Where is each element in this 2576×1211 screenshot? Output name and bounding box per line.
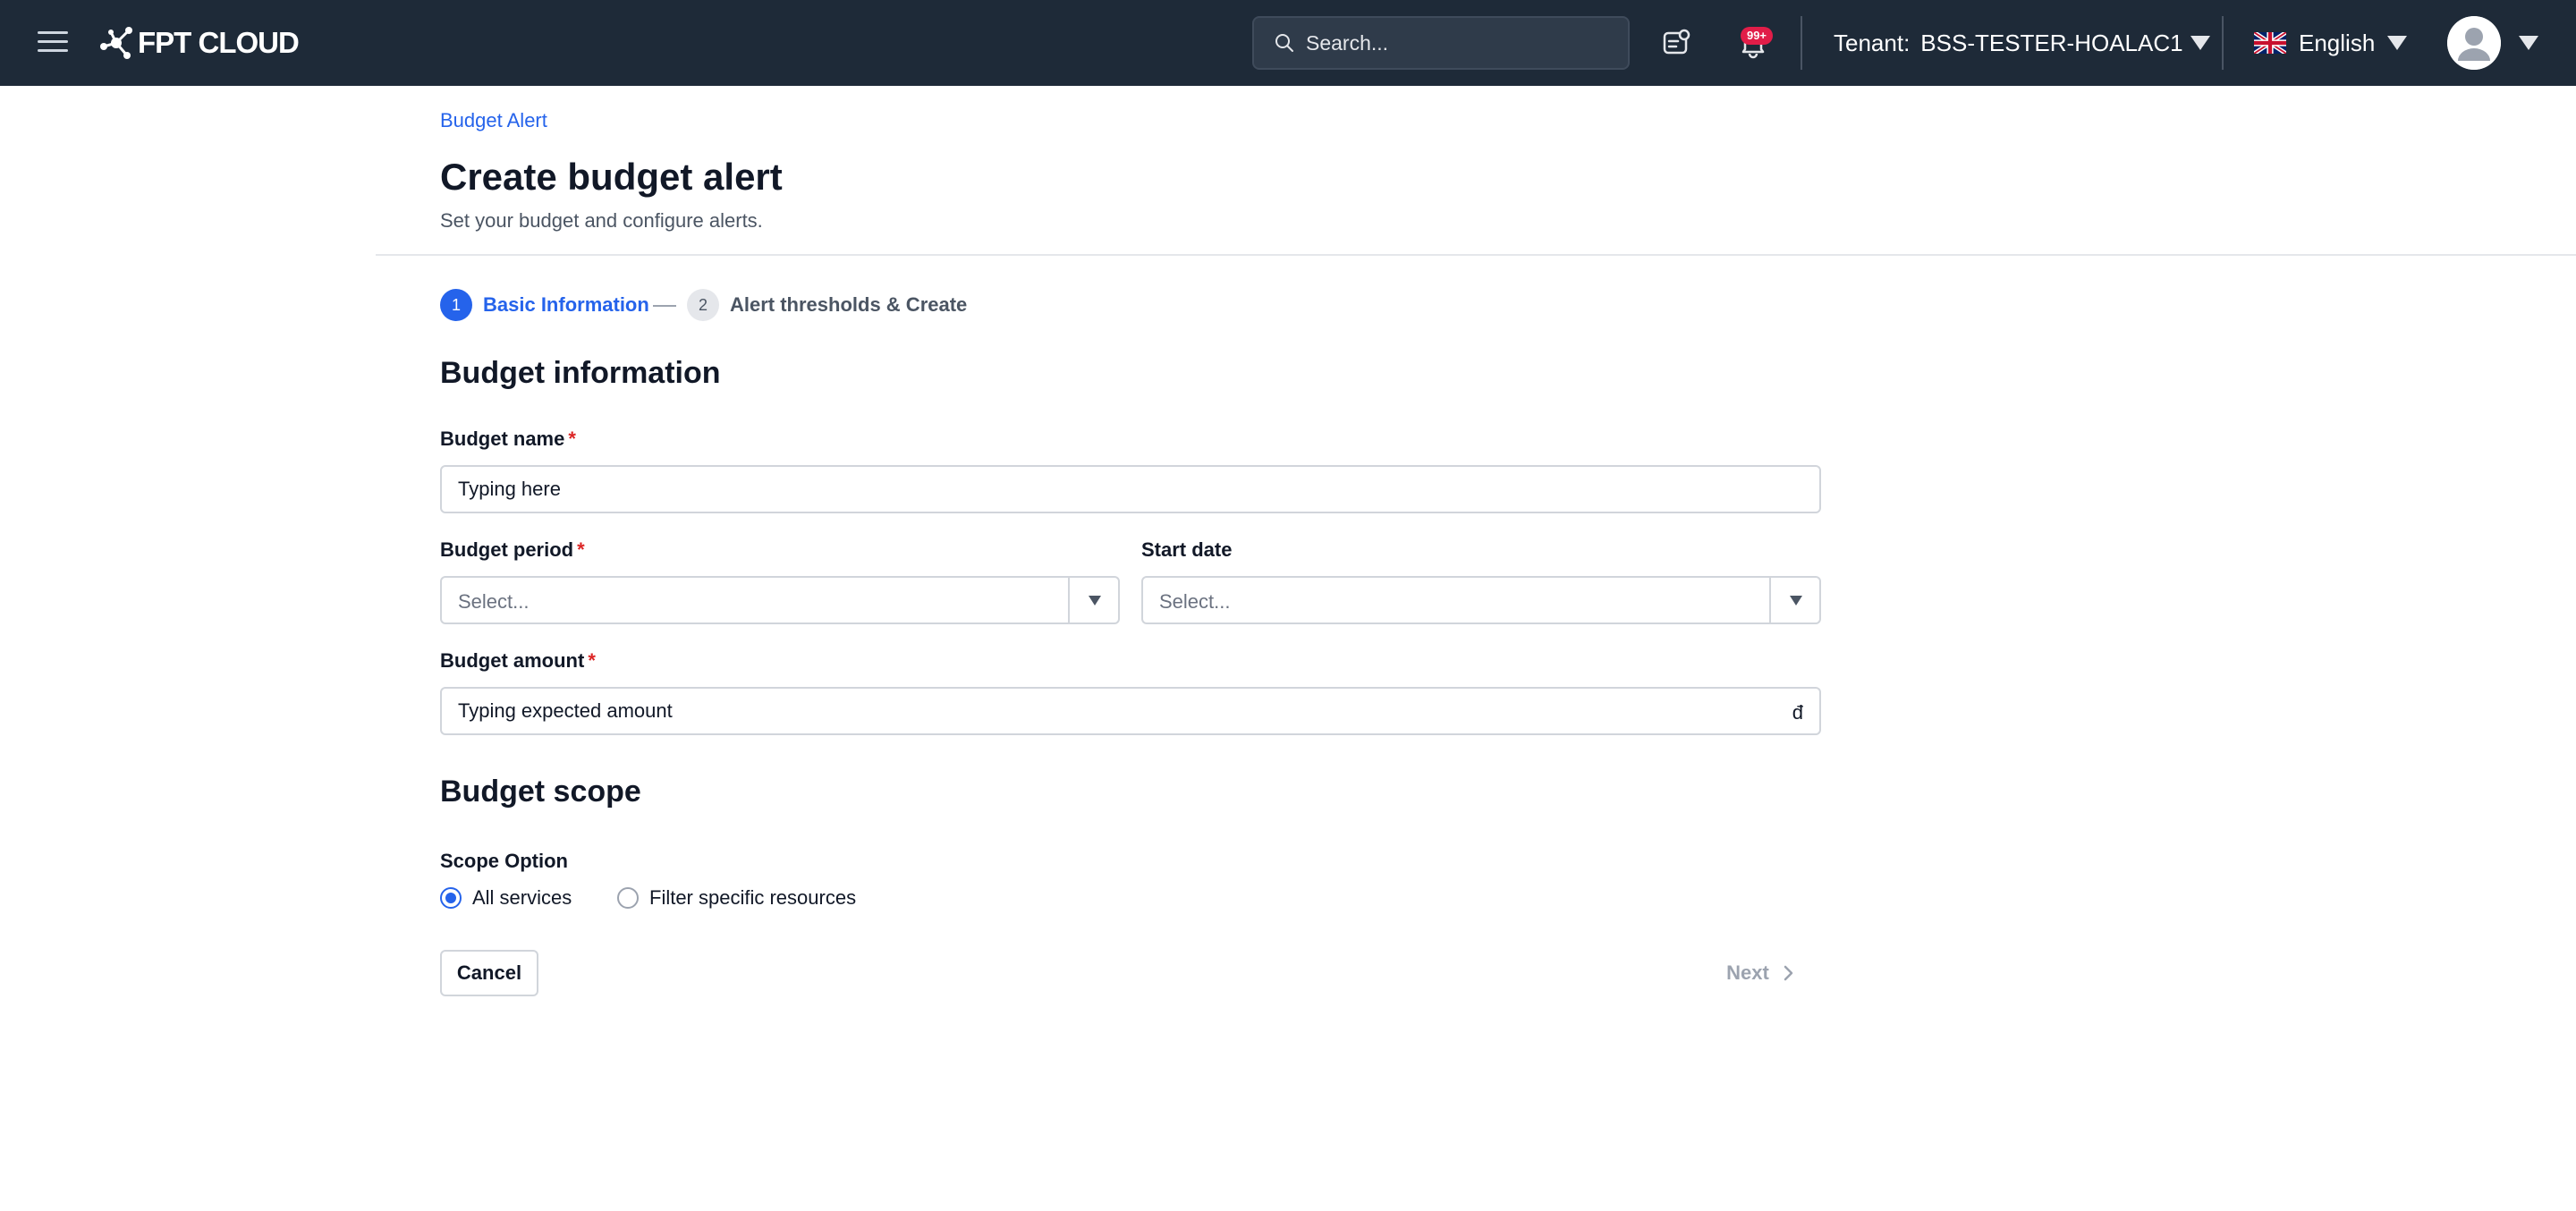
- page-subtitle: Set your budget and configure alerts.: [440, 209, 763, 232]
- budget-amount-field[interactable]: đ: [440, 687, 1821, 735]
- step-basic-information[interactable]: 1 Basic Information: [440, 288, 649, 322]
- budget-name-label: Budget name *: [440, 428, 576, 451]
- header-divider: [2222, 16, 2224, 70]
- step-label: Basic Information: [483, 293, 649, 316]
- step-number: 2: [687, 289, 719, 321]
- budget-period-select[interactable]: Select...: [440, 576, 1120, 624]
- currency-symbol: đ: [1792, 701, 1803, 724]
- search-input[interactable]: [1306, 30, 1601, 55]
- budget-period-placeholder: Select...: [458, 590, 530, 613]
- top-navigation-bar: FPT CLOUD 99+ Tenant: BSS-TESTER-HOALAC1: [0, 0, 2576, 86]
- dropdown-arrow-icon[interactable]: [1089, 596, 1101, 606]
- label-text: Budget period: [440, 538, 574, 561]
- tenant-caret-down-icon: [2190, 36, 2210, 50]
- user-silhouette-icon: [2447, 16, 2501, 70]
- start-date-label: Start date: [1141, 538, 1233, 561]
- start-date-select[interactable]: Select...: [1141, 576, 1821, 624]
- fpt-cloud-logo[interactable]: FPT CLOUD: [97, 23, 300, 63]
- budget-name-field[interactable]: [440, 465, 1821, 513]
- budget-amount-input[interactable]: [458, 699, 1766, 723]
- logo-network-icon: [100, 27, 132, 59]
- notification-count-badge: 99+: [1741, 27, 1773, 45]
- required-asterisk: *: [588, 649, 596, 672]
- search-icon: [1275, 34, 1293, 52]
- required-asterisk: *: [577, 538, 585, 561]
- budget-amount-label: Budget amount *: [440, 649, 596, 673]
- chevron-right-icon: [1784, 965, 1793, 981]
- step-number: 1: [440, 289, 472, 321]
- budget-period-label: Budget period *: [440, 538, 585, 562]
- user-menu-caret-down-icon[interactable]: [2519, 36, 2538, 50]
- user-avatar[interactable]: [2447, 16, 2501, 70]
- step-alert-thresholds[interactable]: 2 Alert thresholds & Create: [687, 288, 967, 322]
- logo-text: FPT CLOUD: [138, 26, 300, 59]
- radio-label: Filter specific resources: [649, 886, 857, 909]
- start-date-placeholder: Select...: [1159, 590, 1231, 613]
- next-button[interactable]: Next: [1717, 950, 1807, 996]
- radio-button-checked[interactable]: [440, 887, 462, 909]
- scope-option-label: Scope Option: [440, 850, 568, 872]
- hamburger-menu-icon[interactable]: [38, 29, 68, 55]
- section-title-budget-information: Budget information: [440, 356, 721, 390]
- radio-all-services[interactable]: All services: [440, 884, 572, 912]
- global-search[interactable]: [1252, 16, 1630, 70]
- contact-card-icon[interactable]: [1657, 23, 1696, 63]
- step-label: Alert thresholds & Create: [730, 293, 968, 316]
- breadcrumb-budget-alert[interactable]: Budget Alert: [440, 109, 547, 132]
- select-separator: [1068, 578, 1070, 622]
- cancel-button[interactable]: Cancel: [440, 950, 538, 996]
- radio-label: All services: [472, 886, 572, 909]
- label-text: Budget name: [440, 428, 565, 450]
- language-label: English: [2299, 29, 2376, 56]
- header-separator: [376, 254, 2576, 256]
- language-selector[interactable]: English: [2254, 0, 2408, 86]
- section-title-budget-scope: Budget scope: [440, 775, 641, 809]
- tenant-selector[interactable]: Tenant: BSS-TESTER-HOALAC1: [1834, 0, 2210, 86]
- select-separator: [1769, 578, 1771, 622]
- uk-flag-icon: [2254, 32, 2286, 54]
- step-connector: [653, 305, 676, 307]
- next-button-label: Next: [1726, 961, 1769, 984]
- tenant-label: Tenant:: [1834, 29, 1911, 56]
- tenant-value: BSS-TESTER-HOALAC1: [1920, 29, 2183, 56]
- required-asterisk: *: [568, 428, 576, 450]
- label-text: Budget amount: [440, 649, 585, 672]
- budget-name-input[interactable]: [458, 478, 1803, 501]
- language-caret-down-icon: [2387, 36, 2408, 50]
- radio-button-unchecked[interactable]: [617, 887, 639, 909]
- page-title: Create budget alert: [440, 156, 783, 198]
- radio-filter-specific-resources[interactable]: Filter specific resources: [617, 884, 856, 912]
- header-divider: [1801, 16, 1802, 70]
- dropdown-arrow-icon[interactable]: [1790, 596, 1802, 606]
